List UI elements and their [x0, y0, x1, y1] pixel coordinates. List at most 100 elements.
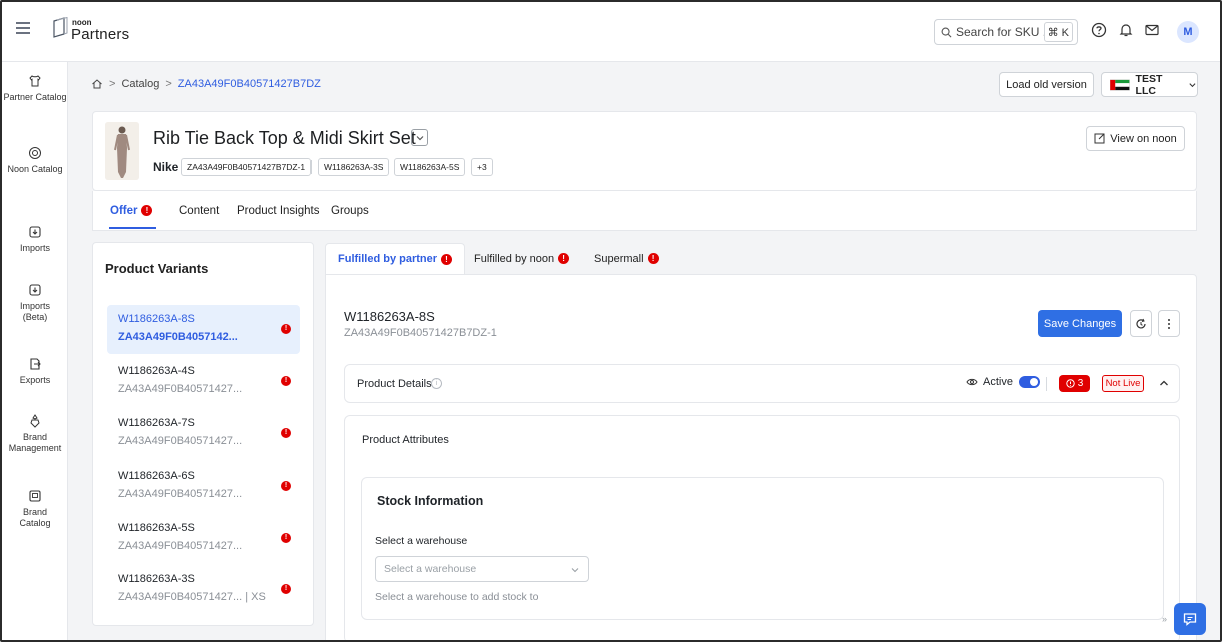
sku-chip[interactable]: W1186263A-5S: [394, 158, 466, 176]
uae-flag-icon: [1110, 78, 1130, 91]
brand-management-icon: [30, 414, 40, 428]
error-badge: !: [441, 253, 453, 265]
product-details-row[interactable]: Product Details i Active 3 Not Live: [344, 364, 1180, 403]
variant-sku: W1186263A-8S: [118, 313, 195, 325]
nav-brand-management[interactable]: Brand Management: [2, 414, 68, 454]
error-badge: !: [141, 205, 153, 217]
active-toggle-group: Active: [966, 376, 1040, 388]
error-count-badge[interactable]: 3: [1059, 375, 1090, 392]
offer-product-id: ZA43A49F0B40571427B7DZ-1: [344, 327, 497, 339]
product-attributes-title: Product Attributes: [362, 434, 449, 446]
variant-item[interactable]: W1186263A-7S ZA43A49F0B40571427... !: [107, 409, 300, 458]
variant-pid: ZA43A49F0B4057142...: [118, 331, 238, 343]
tab-label: Offer: [110, 205, 138, 217]
variant-item[interactable]: W1186263A-5S ZA43A49F0B40571427... !: [107, 514, 300, 563]
product-header-card: Rib Tie Back Top & Midi Skirt Set Nike Z…: [92, 111, 1197, 191]
mail-icon[interactable]: [1144, 22, 1160, 38]
warehouse-select[interactable]: Select a warehouse: [375, 556, 589, 582]
error-icon: !: [281, 376, 291, 386]
tab-product-insights[interactable]: Product Insights: [237, 205, 319, 217]
variant-item[interactable]: W1186263A-8S ZA43A49F0B4057142... !: [107, 305, 300, 354]
breadcrumb-product-id[interactable]: ZA43A49F0B40571427B7DZ: [178, 78, 321, 90]
nav-label: Brand Catalog: [19, 507, 51, 528]
error-icon: !: [281, 533, 291, 543]
tab-supermall[interactable]: Supermall!: [582, 243, 671, 274]
product-attributes-card: Product Attributes Stock Information Sel…: [344, 415, 1180, 640]
product-id-chip[interactable]: ZA43A49F0B40571427B7DZ-1: [181, 158, 312, 176]
variant-item[interactable]: W1186263A-3S ZA43A49F0B40571427... | XS …: [107, 565, 300, 614]
sku-chip[interactable]: W1186263A-3S: [318, 158, 390, 176]
variant-sku: W1186263A-5S: [118, 522, 195, 534]
product-thumbnail: [105, 122, 139, 180]
user-avatar[interactable]: M: [1177, 21, 1199, 43]
variant-sku: W1186263A-7S: [118, 417, 195, 429]
variant-pid: ZA43A49F0B40571427...: [118, 435, 243, 447]
offer-sku: W1186263A-8S: [344, 309, 435, 324]
product-title: Rib Tie Back Top & Midi Skirt Set: [153, 128, 416, 148]
tab-groups[interactable]: Groups: [331, 205, 369, 217]
more-chips[interactable]: +3: [471, 158, 493, 176]
brand-catalog-icon: [29, 490, 41, 502]
chevron-down-icon: [1189, 82, 1196, 87]
history-button[interactable]: [1130, 310, 1152, 337]
nav-noon-catalog[interactable]: Noon Catalog: [2, 146, 68, 175]
breadcrumb-catalog[interactable]: Catalog: [121, 78, 159, 90]
search-shortcut: ⌘ K: [1043, 22, 1073, 42]
chevron-up-icon[interactable]: [1158, 377, 1170, 389]
view-on-noon-button[interactable]: View on noon: [1086, 126, 1185, 151]
active-tab-indicator: [109, 227, 156, 229]
tab-content[interactable]: Content: [179, 205, 219, 217]
warehouse-help-text: Select a warehouse to add stock to: [375, 591, 539, 603]
info-icon[interactable]: i: [431, 378, 442, 389]
variant-item[interactable]: W1186263A-4S ZA43A49F0B40571427... !: [107, 357, 300, 406]
tab-label: Fulfilled by partner: [338, 253, 438, 265]
search-input[interactable]: Search for SKU ... ⌘ K: [934, 19, 1078, 45]
expand-arrow-icon[interactable]: »: [1162, 614, 1167, 624]
load-old-version-button[interactable]: Load old version: [999, 72, 1094, 97]
title-dropdown-button[interactable]: [411, 129, 428, 146]
product-variants-panel: Product Variants W1186263A-8S ZA43A49F0B…: [92, 242, 314, 626]
offer-panel: W1186263A-8S ZA43A49F0B40571427B7DZ-1 Sa…: [325, 274, 1197, 640]
app-window: noon Partners Search for SKU ... ⌘ K M P…: [0, 0, 1222, 642]
nav-exports[interactable]: Exports: [2, 357, 68, 386]
nav-label: Exports: [19, 375, 51, 385]
help-icon[interactable]: [1091, 22, 1107, 38]
section-tabs: Offer! Content Product Insights Groups: [92, 191, 1197, 231]
variant-pid: ZA43A49F0B40571427...: [118, 488, 243, 500]
tab-label: Supermall: [594, 252, 644, 265]
more-options-button[interactable]: [1158, 310, 1180, 337]
eye-icon: [966, 378, 978, 386]
nav-label: Brand Management: [8, 432, 62, 453]
nav-partner-catalog[interactable]: Partner Catalog: [2, 74, 68, 103]
import-icon: [29, 226, 41, 238]
save-changes-button[interactable]: Save Changes: [1038, 310, 1122, 337]
chat-support-button[interactable]: [1174, 603, 1206, 635]
error-icon: !: [281, 324, 291, 334]
home-icon[interactable]: [91, 78, 103, 90]
nav-imports-beta[interactable]: Imports (Beta): [2, 283, 68, 323]
variant-sku: W1186263A-6S: [118, 470, 195, 482]
stock-information-card: Stock Information Select a warehouse Sel…: [361, 477, 1164, 620]
menu-icon[interactable]: [16, 22, 30, 34]
search-icon: [941, 27, 952, 37]
nav-brand-catalog[interactable]: Brand Catalog: [2, 489, 68, 529]
tab-offer[interactable]: Offer!: [110, 205, 153, 217]
variant-pid: ZA43A49F0B40571427... | XS: [118, 591, 266, 603]
left-nav: Partner Catalog Noon Catalog Imports Imp…: [2, 62, 68, 640]
chevron-down-icon: [571, 568, 579, 573]
active-toggle[interactable]: [1018, 376, 1040, 388]
nav-imports[interactable]: Imports: [2, 225, 68, 254]
breadcrumb-separator: >: [109, 78, 116, 90]
variant-pid: ZA43A49F0B40571427...: [118, 540, 243, 552]
warehouse-placeholder: Select a warehouse: [384, 563, 477, 575]
notification-bell-icon[interactable]: [1118, 22, 1134, 38]
divider: [1046, 377, 1047, 391]
company-selector[interactable]: TEST LLC: [1101, 72, 1198, 97]
variant-item[interactable]: W1186263A-6S ZA43A49F0B40571427... !: [107, 462, 300, 511]
noon-logo-icon: [53, 17, 68, 38]
tab-fulfilled-by-partner[interactable]: Fulfilled by partner!: [325, 243, 466, 274]
error-count: 3: [1077, 378, 1084, 389]
nav-label: Imports (Beta): [19, 301, 50, 322]
tab-fulfilled-by-noon[interactable]: Fulfilled by noon!: [462, 243, 581, 274]
company-name: TEST LLC: [1135, 72, 1163, 97]
